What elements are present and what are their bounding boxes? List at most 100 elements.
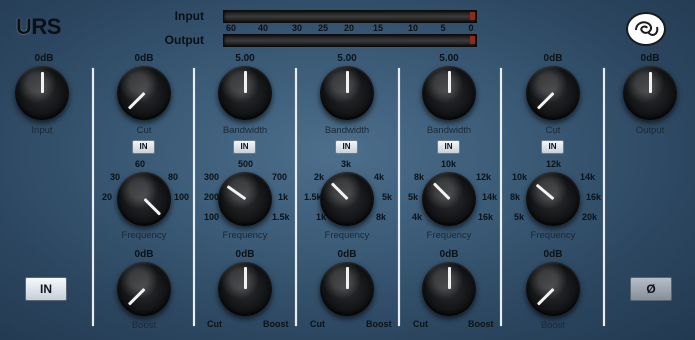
band5-scale-label: 20k <box>582 212 598 222</box>
band5-scale-label: 14k <box>580 172 596 182</box>
band3-bandwidth-label: Bandwidth <box>324 125 370 136</box>
band5-cut-value: 0dB <box>543 53 563 64</box>
band3-bandwidth-knob[interactable] <box>320 66 374 120</box>
logo-swirl-icon <box>626 12 666 46</box>
band2-scale-label: 1.5k <box>272 212 290 222</box>
band3-gain-value: 0dB <box>337 249 357 260</box>
band5-gain-value: 0dB <box>543 249 563 260</box>
band4-gain-knob[interactable] <box>422 262 476 316</box>
band4-frequency-knob[interactable] <box>422 172 476 226</box>
input-meter-label: Input <box>174 9 204 23</box>
band4-scale-label: 4k <box>412 212 423 222</box>
band1-scale-label: 100 <box>174 192 190 202</box>
band5-boost-label: Boost <box>540 320 566 331</box>
input-gain-label: Input <box>31 125 53 136</box>
band5-in-button[interactable]: IN <box>541 140 564 154</box>
band5-frequency-knob[interactable] <box>526 172 580 226</box>
input-gain-knob[interactable] <box>15 66 69 120</box>
output-meter-label: Output <box>164 33 204 47</box>
band2-bandwidth-label: Bandwidth <box>222 125 268 136</box>
band3-cut-label: Cut <box>310 319 325 329</box>
band2-frequency-knob[interactable] <box>218 172 272 226</box>
section-divider <box>295 68 297 326</box>
band1-scale-label: 60 <box>135 159 146 169</box>
band1-scale-label: 80 <box>168 172 179 182</box>
band1-scale-label: 30 <box>110 172 121 182</box>
band4-bandwidth-label: Bandwidth <box>426 125 472 136</box>
band5-cut-label: Cut <box>545 125 561 136</box>
band3-bandwidth-value: 5.00 <box>337 53 357 64</box>
band2-scale-label: 500 <box>238 159 254 169</box>
band4-scale-label: 10k <box>441 159 457 169</box>
band3-scale-label: 3k <box>341 159 352 169</box>
app-logo: URS <box>16 14 61 39</box>
band4-scale-label: 12k <box>476 172 492 182</box>
band1-boost-knob[interactable] <box>117 262 171 316</box>
band2-scale-label: 200 <box>204 192 220 202</box>
band1-gain-value: 0dB <box>134 249 154 260</box>
band4-in-button[interactable]: IN <box>437 140 460 154</box>
band2-boost-label: Boost <box>263 319 289 329</box>
band4-boost-label: Boost <box>468 319 494 329</box>
section-divider <box>193 68 195 326</box>
band4-gain-value: 0dB <box>439 249 459 260</box>
band1-frequency-knob[interactable] <box>117 172 171 226</box>
band1-cut-label: Cut <box>136 125 152 136</box>
band3-gain-knob[interactable] <box>320 262 374 316</box>
band5-scale-label: 16k <box>586 192 602 202</box>
band2-in-button[interactable]: IN <box>233 140 256 154</box>
band3-scale-label: 1.5k <box>304 192 322 202</box>
band4-bandwidth-knob[interactable] <box>422 66 476 120</box>
input-meter <box>223 10 477 23</box>
band2-gain-knob[interactable] <box>218 262 272 316</box>
band1-frequency-label: Frequency <box>121 230 167 241</box>
band2-frequency-label: Frequency <box>222 230 268 241</box>
output-gain-knob[interactable] <box>623 66 677 120</box>
band4-cut-label: Cut <box>413 319 428 329</box>
band1-scale-label: 20 <box>102 192 113 202</box>
band5-scale-label: 5k <box>514 212 525 222</box>
band1-boost-label: Boost <box>131 320 157 331</box>
output-meter <box>223 34 477 47</box>
band4-bandwidth-value: 5.00 <box>439 53 459 64</box>
band3-scale-label: 2k <box>314 172 325 182</box>
section-divider <box>398 68 400 326</box>
band3-in-button[interactable]: IN <box>335 140 358 154</box>
band3-scale-label: 5k <box>382 192 393 202</box>
band2-bandwidth-knob[interactable] <box>218 66 272 120</box>
band5-frequency-label: Frequency <box>530 230 576 241</box>
band5-scale-label: 8k <box>510 192 521 202</box>
band2-cut-label: Cut <box>207 319 222 329</box>
band4-scale-label: 14k <box>482 192 498 202</box>
section-divider <box>500 68 502 326</box>
band2-gain-value: 0dB <box>235 249 255 260</box>
output-gain-label: Output <box>635 125 665 136</box>
output-gain-value: 0dB <box>640 53 660 64</box>
phase-invert-button[interactable]: Ø <box>630 277 672 301</box>
band4-scale-label: 16k <box>478 212 494 222</box>
band3-boost-label: Boost <box>366 319 392 329</box>
band2-scale-label: 100 <box>204 212 220 222</box>
band5-scale-label: 10k <box>512 172 528 182</box>
band2-scale-label: 700 <box>272 172 288 182</box>
section-divider <box>603 68 605 326</box>
input-gain-value: 0dB <box>34 53 54 64</box>
band5-cut-knob[interactable] <box>526 66 580 120</box>
band1-cut-value: 0dB <box>134 53 154 64</box>
band3-frequency-knob[interactable] <box>320 172 374 226</box>
band1-cut-knob[interactable] <box>117 66 171 120</box>
section-divider <box>92 68 94 326</box>
band3-scale-label: 4k <box>374 172 385 182</box>
band3-frequency-label: Frequency <box>324 230 370 241</box>
band1-in-button[interactable]: IN <box>132 140 155 154</box>
band2-scale-label: 300 <box>204 172 220 182</box>
band4-frequency-label: Frequency <box>426 230 472 241</box>
band5-boost-knob[interactable] <box>526 262 580 316</box>
band3-scale-label: 8k <box>376 212 387 222</box>
in-button[interactable]: IN <box>25 277 67 301</box>
band2-scale-label: 1k <box>278 192 289 202</box>
band4-scale-label: 8k <box>414 172 425 182</box>
band2-bandwidth-value: 5.00 <box>235 53 255 64</box>
band4-scale-label: 5k <box>408 192 419 202</box>
band5-scale-label: 12k <box>546 159 562 169</box>
